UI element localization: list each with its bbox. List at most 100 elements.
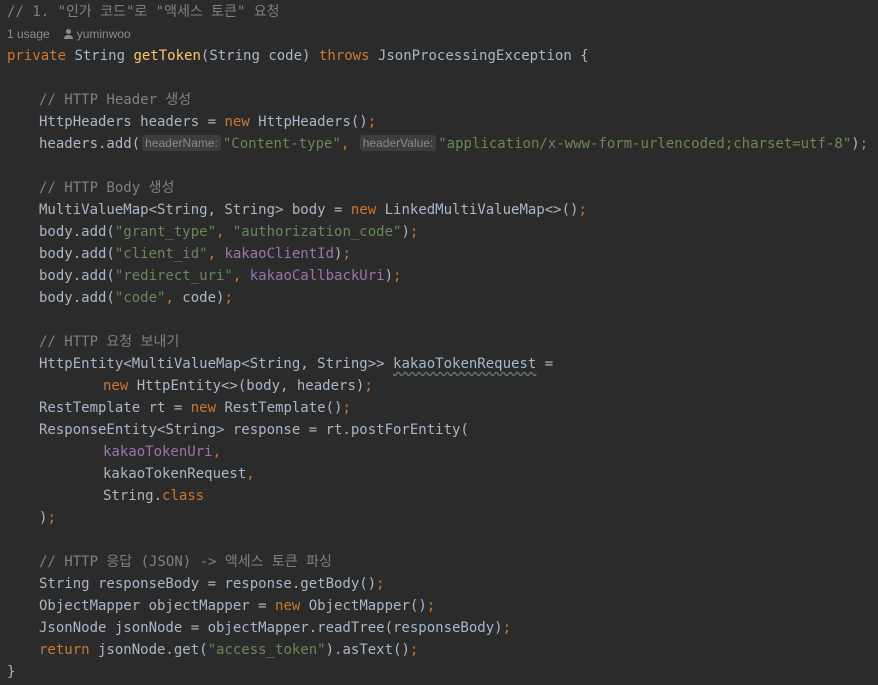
semicolon: ; [502, 620, 512, 636]
code-text: kakaoTokenRequest [103, 466, 247, 482]
string-literal: "code" [114, 290, 166, 306]
semicolon: ; [342, 246, 351, 262]
keyword: return [39, 642, 90, 658]
code-line: JsonNode jsonNode = objectMapper.readTre… [39, 617, 511, 639]
code-line: ResponseEntity<String> response = rt.pos… [39, 419, 469, 441]
semicolon: ; [859, 136, 869, 152]
semicolon: ; [376, 576, 385, 592]
code-text: body.add( [39, 290, 115, 306]
code-text: body.add( [39, 246, 115, 262]
usage-count-link[interactable]: 1 usage [7, 27, 50, 41]
code-text: (String code) [200, 48, 319, 64]
code-text: = [536, 356, 554, 372]
semicolon: ; [409, 642, 419, 658]
string-literal: "client_id" [114, 246, 208, 262]
keyword: private [7, 48, 67, 64]
code-line-comment: // HTTP 응답 (JSON) -> 액세스 토큰 파싱 [39, 551, 332, 573]
code-line-comment: // HTTP Body 생성 [39, 177, 174, 199]
code-line: body.add("code", code); [39, 287, 233, 309]
person-icon [63, 29, 73, 39]
code-text: body.add( [39, 224, 115, 240]
code-text: headers.add( [39, 136, 141, 152]
code-line: body.add("redirect_uri", kakaoCallbackUr… [39, 265, 401, 287]
code-line: kakaoTokenUri, [103, 441, 221, 463]
code-vision-hints: 1 usage yuminwoo [7, 23, 131, 45]
parameter-hint: headerName: [142, 135, 221, 151]
keyword: new [224, 114, 250, 130]
code-text: String [66, 48, 134, 64]
comma: , [246, 466, 255, 482]
comment: // HTTP Header 생성 [39, 92, 192, 108]
code-line: RestTemplate rt = new RestTemplate(); [39, 397, 351, 419]
comma: , [232, 268, 250, 284]
parameter-hint: headerValue: [359, 135, 437, 151]
keyword: new [350, 202, 377, 218]
code-line: body.add("client_id", kakaoClientId); [39, 243, 351, 265]
code-line: MultiValueMap<String, String> body = new… [39, 199, 587, 221]
string-literal: "application/x-www-form-urlencoded;chars… [438, 136, 852, 152]
semicolon: ; [364, 378, 373, 394]
semicolon: ; [578, 202, 587, 218]
code-text: ) [401, 224, 410, 240]
comment: // HTTP 요청 보내기 [39, 334, 180, 350]
code-line: kakaoTokenRequest, [103, 463, 255, 485]
field-reference: kakaoTokenUri [103, 444, 213, 460]
code-line: body.add("grant_type", "authorization_co… [39, 221, 418, 243]
comment: // HTTP Body 생성 [39, 180, 175, 196]
keyword: new [103, 378, 129, 394]
comment: // HTTP 응답 (JSON) -> 액세스 토큰 파싱 [39, 554, 332, 570]
code-text: } [7, 664, 16, 680]
code-text: ).asText() [325, 642, 410, 658]
code-line: String.class [103, 485, 204, 507]
comma: , [165, 290, 183, 306]
code-text: jsonNode.get( [89, 642, 208, 658]
semicolon: ; [342, 400, 351, 416]
code-text: LinkedMultiValueMap<>() [376, 202, 579, 218]
code-text: HttpEntity<MultiValueMap<String, String>… [39, 356, 394, 372]
code-line: String responseBody = response.getBody()… [39, 573, 385, 595]
semicolon: ; [409, 224, 419, 240]
code-text: MultiValueMap<String, String> body = [39, 202, 351, 218]
code-text: String. [103, 488, 163, 504]
code-line-comment: // HTTP Header 생성 [39, 89, 191, 111]
code-line-closing-brace: } [7, 661, 15, 683]
code-text: ) [384, 268, 394, 284]
keyword: throws [318, 48, 370, 64]
code-line: ObjectMapper objectMapper = new ObjectMa… [39, 595, 435, 617]
code-text: ObjectMapper objectMapper = [39, 598, 276, 614]
author-name: yuminwoo [76, 27, 131, 41]
code-line: ); [39, 507, 56, 529]
semicolon: ; [393, 268, 402, 284]
comma: , [207, 246, 225, 262]
code-text: RestTemplate() [216, 400, 343, 416]
code-line: HttpHeaders headers = new HttpHeaders(); [39, 111, 376, 133]
semicolon: ; [47, 510, 56, 526]
code-line: HttpEntity<MultiValueMap<String, String>… [39, 353, 553, 375]
code-text: JsonNode jsonNode = objectMapper.readTre… [39, 620, 503, 636]
keyword: class [162, 488, 205, 504]
field-reference: kakaoClientId [224, 246, 335, 262]
code-line: new HttpEntity<>(body, headers); [103, 375, 373, 397]
code-line-comment: // HTTP 요청 보내기 [39, 331, 179, 353]
code-text: body.add( [39, 268, 115, 284]
code-editor[interactable]: // 1. "인가 코드"로 "액세스 토큰" 요청 1 usage yuminw… [0, 0, 878, 685]
field-reference: kakaoCallbackUri [249, 268, 385, 284]
code-text: ResponseEntity<String> response = rt.pos… [39, 422, 469, 438]
code-text: JsonProcessingException { [369, 48, 589, 64]
author-hint[interactable]: yuminwoo [63, 27, 131, 41]
variable-with-warning[interactable]: kakaoTokenRequest [393, 356, 536, 372]
semicolon: ; [224, 290, 233, 306]
code-text: String responseBody = response.getBody() [39, 576, 377, 592]
comma: , [216, 224, 233, 240]
code-line-comment: // 1. "인가 코드"로 "액세스 토큰" 요청 [7, 1, 280, 23]
comment: // 1. "인가 코드"로 "액세스 토큰" 요청 [7, 4, 280, 20]
comma: , [340, 136, 358, 152]
code-line-method-signature: private String getToken(String code) thr… [7, 45, 589, 67]
keyword: new [190, 400, 217, 416]
semicolon: ; [367, 114, 377, 130]
method-name: getToken [133, 48, 201, 64]
semicolon: ; [426, 598, 436, 614]
code-line: headers.add(headerName: "Content-type", h… [39, 133, 868, 155]
code-text: HttpHeaders headers = [39, 114, 225, 130]
code-text: ObjectMapper() [300, 598, 427, 614]
